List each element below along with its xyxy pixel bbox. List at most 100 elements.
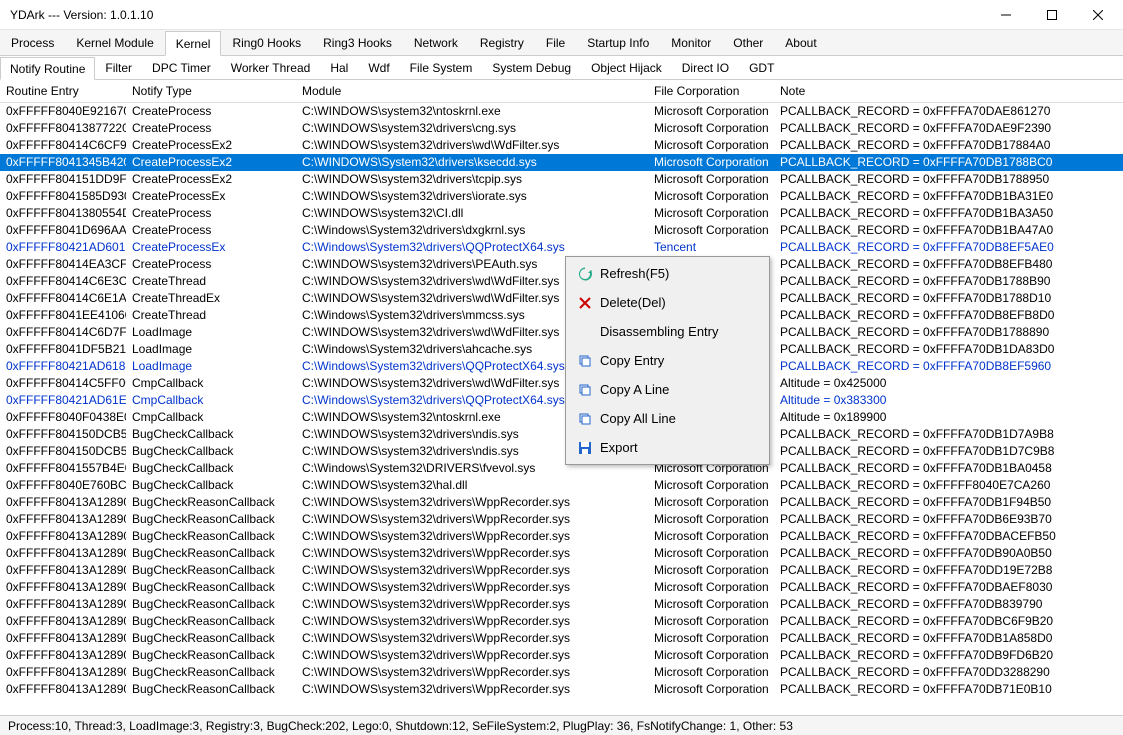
context-menu-item[interactable]: Disassembling Entry bbox=[568, 317, 767, 346]
table-row[interactable]: 0xFFFFF80413A12890BugCheckReasonCallback… bbox=[0, 511, 1123, 528]
table-row[interactable]: 0xFFFFF80414C6E3C0CreateThreadC:\WINDOWS… bbox=[0, 273, 1123, 290]
table-row[interactable]: 0xFFFFF80413A12890BugCheckReasonCallback… bbox=[0, 494, 1123, 511]
cell: PCALLBACK_RECORD = 0xFFFFA70DB71E0B10 bbox=[774, 681, 1123, 698]
table-row[interactable]: 0xFFFFF804150DCB50BugCheckCallbackC:\WIN… bbox=[0, 426, 1123, 443]
column-header[interactable]: Note bbox=[774, 80, 1123, 103]
column-header[interactable]: Notify Type bbox=[126, 80, 296, 103]
menu-ring0-hooks[interactable]: Ring0 Hooks bbox=[221, 30, 312, 55]
minimize-button[interactable] bbox=[983, 0, 1029, 30]
table-row[interactable]: 0xFFFFF80414EA3CF0CreateProcessC:\WINDOW… bbox=[0, 256, 1123, 273]
table-row[interactable]: 0xFFFFF80413A12890BugCheckReasonCallback… bbox=[0, 681, 1123, 698]
menu-kernel[interactable]: Kernel bbox=[165, 31, 222, 56]
table-row[interactable]: 0xFFFFF8041EE41060CreateThreadC:\Windows… bbox=[0, 307, 1123, 324]
tab-notify-routine[interactable]: Notify Routine bbox=[0, 57, 95, 80]
tab-direct-io[interactable]: Direct IO bbox=[672, 56, 739, 79]
menu-process[interactable]: Process bbox=[0, 30, 65, 55]
table-row[interactable]: 0xFFFFF80421AD61ECCmpCallbackC:\Windows\… bbox=[0, 392, 1123, 409]
cell: PCALLBACK_RECORD = 0xFFFFA70DBAEF8030 bbox=[774, 579, 1123, 596]
tab-gdt[interactable]: GDT bbox=[739, 56, 784, 79]
table-row[interactable]: 0xFFFFF8041345B420CreateProcessEx2C:\WIN… bbox=[0, 154, 1123, 171]
menu-ring3-hooks[interactable]: Ring3 Hooks bbox=[312, 30, 403, 55]
column-header[interactable]: File Corporation bbox=[648, 80, 774, 103]
menu-monitor[interactable]: Monitor bbox=[660, 30, 722, 55]
cell: Microsoft Corporation bbox=[648, 205, 774, 222]
cell: C:\WINDOWS\system32\CI.dll bbox=[296, 205, 648, 222]
tab-filter[interactable]: Filter bbox=[95, 56, 142, 79]
cell: CreateThreadEx bbox=[126, 290, 296, 307]
cell: 0xFFFFF80413A12890 bbox=[0, 596, 126, 613]
table-row[interactable]: 0xFFFFF8040E760BC0BugCheckCallbackC:\WIN… bbox=[0, 477, 1123, 494]
table-row[interactable]: 0xFFFFF8040E921670CreateProcessC:\WINDOW… bbox=[0, 103, 1123, 120]
table-row[interactable]: 0xFFFFF80421AD601CCreateProcessExC:\Wind… bbox=[0, 239, 1123, 256]
cell: BugCheckReasonCallback bbox=[126, 647, 296, 664]
tab-hal[interactable]: Hal bbox=[320, 56, 358, 79]
cell: 0xFFFFF804150DCB50 bbox=[0, 443, 126, 460]
table-row[interactable]: 0xFFFFF80413A12890BugCheckReasonCallback… bbox=[0, 562, 1123, 579]
cell: C:\WINDOWS\system32\drivers\WppRecorder.… bbox=[296, 545, 648, 562]
context-menu-item[interactable]: Copy A Line bbox=[568, 375, 767, 404]
cell: Microsoft Corporation bbox=[648, 103, 774, 120]
table-row[interactable]: 0xFFFFF8040F0438E0CmpCallbackC:\WINDOWS\… bbox=[0, 409, 1123, 426]
context-menu-label: Copy A Line bbox=[596, 382, 757, 397]
menu-file[interactable]: File bbox=[535, 30, 576, 55]
table-row[interactable]: 0xFFFFF80414C6CF90CreateProcessEx2C:\WIN… bbox=[0, 137, 1123, 154]
tab-worker-thread[interactable]: Worker Thread bbox=[221, 56, 321, 79]
cell: PCALLBACK_RECORD = 0xFFFFA70DD19E72B8 bbox=[774, 562, 1123, 579]
tab-file-system[interactable]: File System bbox=[400, 56, 483, 79]
menu-network[interactable]: Network bbox=[403, 30, 469, 55]
context-menu-item[interactable]: Copy All Line bbox=[568, 404, 767, 433]
tab-object-hijack[interactable]: Object Hijack bbox=[581, 56, 672, 79]
tab-system-debug[interactable]: System Debug bbox=[482, 56, 581, 79]
cell: Microsoft Corporation bbox=[648, 120, 774, 137]
cell: 0xFFFFF80413A12890 bbox=[0, 630, 126, 647]
cell: 0xFFFFF80421AD601C bbox=[0, 239, 126, 256]
table-row[interactable]: 0xFFFFF80413A12890BugCheckReasonCallback… bbox=[0, 528, 1123, 545]
routine-table: Routine EntryNotify TypeModuleFile Corpo… bbox=[0, 80, 1123, 698]
column-header[interactable]: Routine Entry bbox=[0, 80, 126, 103]
tab-dpc-timer[interactable]: DPC Timer bbox=[142, 56, 221, 79]
table-row[interactable]: 0xFFFFF8041DF5B210LoadImageC:\Windows\Sy… bbox=[0, 341, 1123, 358]
cell: PCALLBACK_RECORD = 0xFFFFA70DB1788950 bbox=[774, 171, 1123, 188]
cell: Microsoft Corporation bbox=[648, 154, 774, 171]
context-menu-item[interactable]: Refresh(F5) bbox=[568, 259, 767, 288]
context-menu-item[interactable]: Copy Entry bbox=[568, 346, 767, 375]
table-row[interactable]: 0xFFFFF8041557B4E0BugCheckCallbackC:\Win… bbox=[0, 460, 1123, 477]
table-row[interactable]: 0xFFFFF80413877220CreateProcessC:\WINDOW… bbox=[0, 120, 1123, 137]
cell: PCALLBACK_RECORD = 0xFFFFA70DB1DA83D0 bbox=[774, 341, 1123, 358]
maximize-button[interactable] bbox=[1029, 0, 1075, 30]
cell: 0xFFFFF80414C6E3C0 bbox=[0, 273, 126, 290]
table-row[interactable]: 0xFFFFF8041D696AA0CreateProcessC:\Window… bbox=[0, 222, 1123, 239]
menu-registry[interactable]: Registry bbox=[469, 30, 535, 55]
table-row[interactable]: 0xFFFFF8041585D930CreateProcessExC:\WIND… bbox=[0, 188, 1123, 205]
menu-other[interactable]: Other bbox=[722, 30, 774, 55]
menu-kernel-module[interactable]: Kernel Module bbox=[65, 30, 164, 55]
table-row[interactable]: 0xFFFFF80413A12890BugCheckReasonCallback… bbox=[0, 630, 1123, 647]
column-header[interactable]: Module bbox=[296, 80, 648, 103]
table-row[interactable]: 0xFFFFF80413A12890BugCheckReasonCallback… bbox=[0, 596, 1123, 613]
table-row[interactable]: 0xFFFFF80414C5FF00CmpCallbackC:\WINDOWS\… bbox=[0, 375, 1123, 392]
table-row[interactable]: 0xFFFFF80413A12890BugCheckReasonCallback… bbox=[0, 647, 1123, 664]
table-row[interactable]: 0xFFFFF80414C6D7F0LoadImageC:\WINDOWS\sy… bbox=[0, 324, 1123, 341]
cell: 0xFFFFF8041557B4E0 bbox=[0, 460, 126, 477]
cell: C:\Windows\System32\drivers\dxgkrnl.sys bbox=[296, 222, 648, 239]
table-row[interactable]: 0xFFFFF80413A12890BugCheckReasonCallback… bbox=[0, 579, 1123, 596]
close-button[interactable] bbox=[1075, 0, 1121, 30]
table-row[interactable]: 0xFFFFF804150DCB50BugCheckCallbackC:\WIN… bbox=[0, 443, 1123, 460]
context-menu-item[interactable]: Export bbox=[568, 433, 767, 462]
menu-startup-info[interactable]: Startup Info bbox=[576, 30, 660, 55]
context-menu-item[interactable]: Delete(Del) bbox=[568, 288, 767, 317]
cell: CmpCallback bbox=[126, 375, 296, 392]
cell: Altitude = 0x383300 bbox=[774, 392, 1123, 409]
menu-about[interactable]: About bbox=[774, 30, 827, 55]
tab-wdf[interactable]: Wdf bbox=[358, 56, 399, 79]
table-row[interactable]: 0xFFFFF804151DD9F0CreateProcessEx2C:\WIN… bbox=[0, 171, 1123, 188]
table-row[interactable]: 0xFFFFF80413A12890BugCheckReasonCallback… bbox=[0, 613, 1123, 630]
table-row[interactable]: 0xFFFFF80414C6E1A0CreateThreadExC:\WINDO… bbox=[0, 290, 1123, 307]
table-row[interactable]: 0xFFFFF8041380554D0CreateProcessC:\WINDO… bbox=[0, 205, 1123, 222]
table-row[interactable]: 0xFFFFF80421AD618CLoadImageC:\Windows\Sy… bbox=[0, 358, 1123, 375]
table-scroll[interactable]: Routine EntryNotify TypeModuleFile Corpo… bbox=[0, 80, 1123, 715]
table-row[interactable]: 0xFFFFF80413A12890BugCheckReasonCallback… bbox=[0, 545, 1123, 562]
cell: PCALLBACK_RECORD = 0xFFFFA70DB839790 bbox=[774, 596, 1123, 613]
cell: 0xFFFFF8041380554D0 bbox=[0, 205, 126, 222]
table-row[interactable]: 0xFFFFF80413A12890BugCheckReasonCallback… bbox=[0, 664, 1123, 681]
